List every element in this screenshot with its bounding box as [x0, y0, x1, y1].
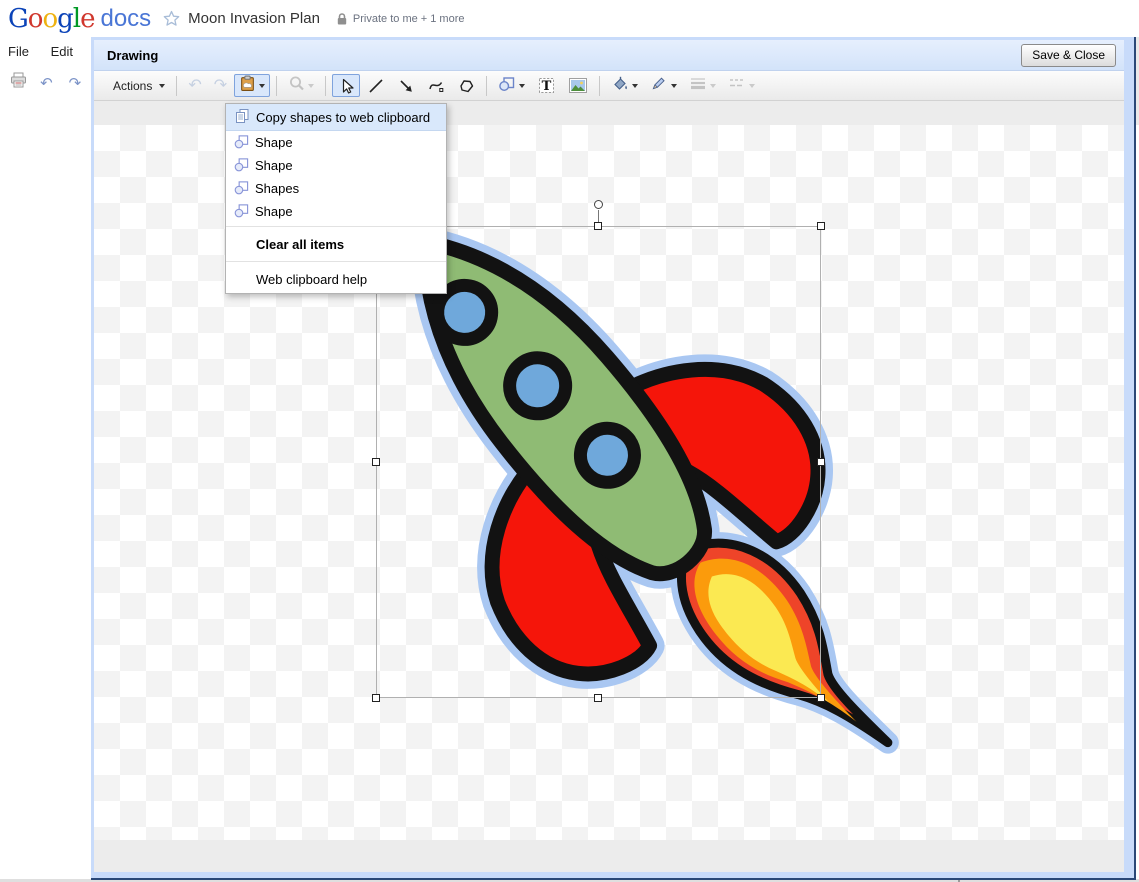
image-tool-button[interactable]: [563, 74, 593, 97]
toolbar-separator: [176, 76, 177, 96]
web-clipboard-menu: Copy shapes to web clipboard Shape Shape…: [225, 103, 447, 294]
menu-item-shapes[interactable]: Shapes: [226, 177, 446, 200]
dialog-titlebar: Drawing Save & Close: [94, 40, 1124, 71]
print-icon[interactable]: [6, 72, 30, 92]
undo-button[interactable]: ↶: [183, 74, 206, 97]
line-width-button[interactable]: [684, 74, 721, 97]
menu-item-shape-1[interactable]: Shape: [226, 131, 446, 154]
chevron-down-icon: [710, 84, 716, 88]
menu-item-shape-2[interactable]: Shape: [226, 154, 446, 177]
selection-handle-n[interactable]: [594, 222, 602, 230]
selection-handle-se[interactable]: [817, 694, 825, 702]
selection-handle-ne[interactable]: [817, 222, 825, 230]
chevron-down-icon: [308, 84, 314, 88]
selection-handle-sw[interactable]: [372, 694, 380, 702]
web-clipboard-icon: [239, 75, 256, 97]
selection-box[interactable]: [376, 226, 821, 698]
line-dash-button[interactable]: [723, 74, 760, 97]
menu-item-clear-all[interactable]: Clear all items: [226, 230, 446, 258]
dialog-title: Drawing: [107, 48, 158, 63]
curve-icon: [427, 77, 445, 95]
line-icon: [367, 77, 385, 95]
rotation-handle[interactable]: [594, 200, 603, 209]
line-tool-button[interactable]: [362, 74, 390, 97]
shape-icon: [234, 157, 249, 175]
document-title[interactable]: Moon Invasion Plan: [188, 10, 320, 27]
line-width-icon: [689, 75, 707, 96]
chevron-down-icon: [749, 84, 755, 88]
shape-icon: [234, 203, 249, 221]
drawing-toolbar: Actions ↶ ↷: [94, 71, 1124, 101]
copy-icon: [234, 108, 250, 127]
app-header: Google docs Moon Invasion Plan Private t…: [0, 0, 1139, 37]
chevron-down-icon: [259, 84, 265, 88]
selection-handle-s[interactable]: [594, 694, 602, 702]
docs-logo: docs: [100, 5, 151, 33]
cursor-icon: [337, 77, 355, 95]
toolbar-separator: [486, 76, 487, 96]
chevron-down-icon: [632, 84, 638, 88]
arrow-icon: [397, 77, 415, 95]
shape-icon: [498, 75, 516, 97]
menu-item-copy-shapes[interactable]: Copy shapes to web clipboard: [226, 104, 446, 131]
menu-edit[interactable]: Edit: [51, 44, 73, 59]
fill-color-icon: [611, 75, 629, 97]
save-close-button[interactable]: Save & Close: [1021, 44, 1116, 67]
undo-icon[interactable]: ↶: [34, 76, 58, 91]
svg-text:T: T: [542, 79, 552, 94]
shape-icon: [234, 180, 249, 198]
menu-file[interactable]: File: [8, 44, 29, 59]
chevron-down-icon: [159, 84, 165, 88]
fill-color-button[interactable]: [606, 74, 643, 97]
redo-icon[interactable]: ↷: [63, 76, 87, 91]
polyline-tool-button[interactable]: [452, 74, 480, 97]
background-toolbar: ↶ ↷: [0, 66, 91, 100]
text-tool-button[interactable]: T: [532, 74, 561, 97]
menu-item-clipboard-help[interactable]: Web clipboard help: [226, 265, 446, 293]
lock-icon: [336, 12, 348, 26]
line-dash-icon: [728, 75, 746, 96]
polyline-icon: [457, 77, 475, 95]
toolbar-separator: [276, 76, 277, 96]
magnifier-icon: [288, 75, 305, 97]
background-menubar: File Edit Vi: [0, 37, 91, 66]
select-tool-button[interactable]: [332, 74, 360, 97]
web-clipboard-button[interactable]: [234, 74, 270, 97]
menu-separator: [226, 261, 446, 262]
curve-tool-button[interactable]: [422, 74, 450, 97]
pencil-icon: [650, 74, 668, 97]
menu-separator: [226, 226, 446, 227]
image-icon: [568, 77, 588, 94]
actions-menu-button[interactable]: Actions: [108, 74, 170, 97]
star-icon[interactable]: [163, 10, 180, 27]
zoom-button[interactable]: [283, 74, 319, 97]
redo-icon: ↷: [214, 78, 227, 94]
selection-handle-w[interactable]: [372, 458, 380, 466]
chevron-down-icon: [519, 84, 525, 88]
menu-item-shape-3[interactable]: Shape: [226, 200, 446, 223]
redo-button[interactable]: ↷: [209, 74, 232, 97]
google-logo: Google: [8, 4, 94, 34]
toolbar-separator: [599, 76, 600, 96]
selection-handle-e[interactable]: [817, 458, 825, 466]
text-icon: T: [537, 76, 556, 95]
line-color-button[interactable]: [645, 74, 682, 97]
privacy-label[interactable]: Private to me + 1 more: [353, 13, 465, 25]
toolbar-separator: [325, 76, 326, 96]
arrow-tool-button[interactable]: [392, 74, 420, 97]
shape-tool-button[interactable]: [493, 74, 530, 97]
chevron-down-icon: [671, 84, 677, 88]
undo-icon: ↶: [188, 78, 201, 94]
shape-icon: [234, 134, 249, 152]
